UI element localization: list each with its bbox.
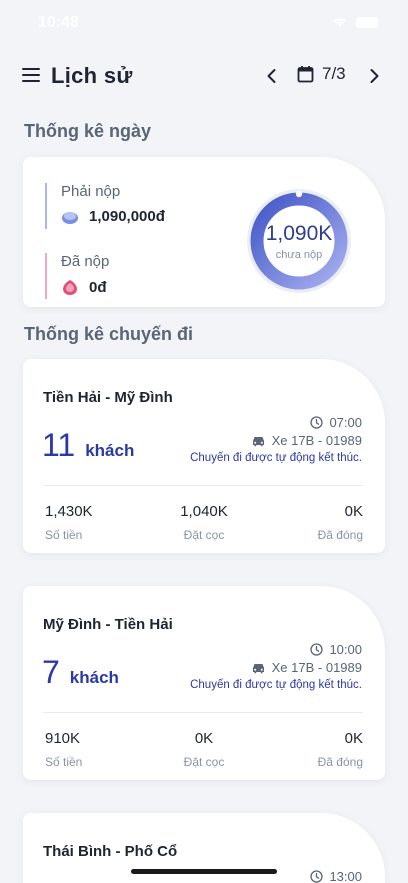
amount-value: 910K <box>45 730 81 747</box>
trip-vehicle-value: Xe 17B - 01989 <box>271 433 362 448</box>
trip-card[interactable]: Mỹ Đình - Tiền Hải 7 khách 10:00 Xe 17B … <box>23 586 385 780</box>
battery-icon <box>356 16 378 28</box>
trip-time-value: 10:00 <box>329 642 362 657</box>
car-icon <box>252 663 264 673</box>
donut-center: 1,090K chưa nộp <box>245 187 353 295</box>
amount-metric: 1,430K Số tiền <box>45 503 93 542</box>
paid-label: Đã nộp <box>61 253 110 270</box>
trip-time: 10:00 <box>310 642 362 657</box>
deposit-label: Đặt cọc <box>183 528 225 542</box>
trip-time: 13:00 <box>310 869 362 883</box>
trip-status: Chuyến đi được tự động kết thúc. <box>190 452 362 464</box>
passenger-unit: khách <box>85 441 135 460</box>
trip-vehicle-value: Xe 17B - 01989 <box>271 660 362 675</box>
status-time: 10:48 <box>38 14 79 31</box>
trip-route: Mỹ Đình - Tiền Hải <box>43 616 173 633</box>
passenger-unit: khách <box>69 668 119 687</box>
trip-route: Thái Bình - Phố Cổ <box>43 843 178 860</box>
must-pay-label: Phải nộp <box>61 183 121 200</box>
deposit-metric: 0K Đặt cọc <box>154 730 254 769</box>
coin-blue-icon <box>62 211 78 224</box>
calendar-icon <box>297 66 314 83</box>
daily-stats-title: Thống kê ngày <box>24 121 152 141</box>
trip-stats-title: Thống kê chuyến đi <box>24 324 194 344</box>
amount-value: 1,430K <box>45 503 93 520</box>
chevron-right-icon <box>370 69 379 83</box>
closed-metric: 0K Đã đóng <box>318 730 363 769</box>
must-pay-stat: Phải nộp 1,090,000đ <box>45 183 165 229</box>
car-icon <box>252 436 264 446</box>
closed-value: 0K <box>344 503 363 520</box>
closed-label: Đã đóng <box>317 755 363 769</box>
closed-label: Đã đóng <box>317 528 363 542</box>
trip-route: Tiền Hải - Mỹ Đình <box>43 389 173 406</box>
amount-metric: 910K Số tiền <box>45 730 82 769</box>
trip-time: 07:00 <box>310 415 362 430</box>
donut-value: 1,090K <box>265 221 333 245</box>
passenger-number: 11 <box>42 427 76 463</box>
paid-stat: Đã nộp 0đ <box>45 253 109 299</box>
wifi-icon <box>333 18 347 27</box>
app-header: Lịch sử 7/3 <box>0 54 408 98</box>
trip-vehicle: Xe 17B - 01989 <box>251 660 362 675</box>
next-day-button[interactable] <box>364 64 384 88</box>
menu-icon[interactable] <box>22 68 40 83</box>
clock-icon <box>310 643 324 656</box>
clock-icon <box>310 870 324 883</box>
daily-stats-card: Phải nộp 1,090,000đ Đã nộp 0đ 1,090K chư… <box>23 157 385 307</box>
previous-day-button[interactable] <box>262 64 282 88</box>
divider <box>43 485 363 486</box>
wallet-pink-icon <box>63 280 77 295</box>
selected-date: 7/3 <box>322 64 346 83</box>
trip-time-value: 13:00 <box>329 869 362 883</box>
trip-status: Chuyến đi được tự động kết thúc. <box>190 679 362 691</box>
trip-vehicle: Xe 17B - 01989 <box>251 433 362 448</box>
must-pay-value: 1,090,000đ <box>89 208 165 225</box>
page-title: Lịch sử <box>51 63 133 88</box>
status-icons <box>332 16 378 28</box>
donut-label: chưa nộp <box>275 248 323 261</box>
passenger-count: 7 khách <box>42 654 119 691</box>
date-picker-button[interactable]: 7/3 <box>297 64 346 84</box>
amount-label: Số tiền <box>45 528 83 542</box>
trip-card[interactable]: Tiền Hải - Mỹ Đình 11 khách 07:00 Xe 17B… <box>23 359 385 553</box>
paid-value: 0đ <box>89 278 107 296</box>
divider <box>43 712 363 713</box>
deposit-value: 0K <box>194 730 214 747</box>
amount-label: Số tiền <box>45 755 83 769</box>
status-bar: 10:48 <box>0 0 408 44</box>
chevron-left-icon <box>267 69 276 83</box>
deposit-label: Đặt cọc <box>183 755 225 769</box>
closed-metric: 0K Đã đóng <box>318 503 363 542</box>
deposit-value: 1,040K <box>180 503 228 520</box>
passenger-count: 11 khách <box>42 427 134 464</box>
closed-value: 0K <box>344 730 363 747</box>
passenger-number: 7 <box>42 654 60 690</box>
trip-time-value: 07:00 <box>329 415 362 430</box>
deposit-metric: 1,040K Đặt cọc <box>154 503 254 542</box>
clock-icon <box>310 416 324 429</box>
home-indicator[interactable] <box>131 869 277 874</box>
